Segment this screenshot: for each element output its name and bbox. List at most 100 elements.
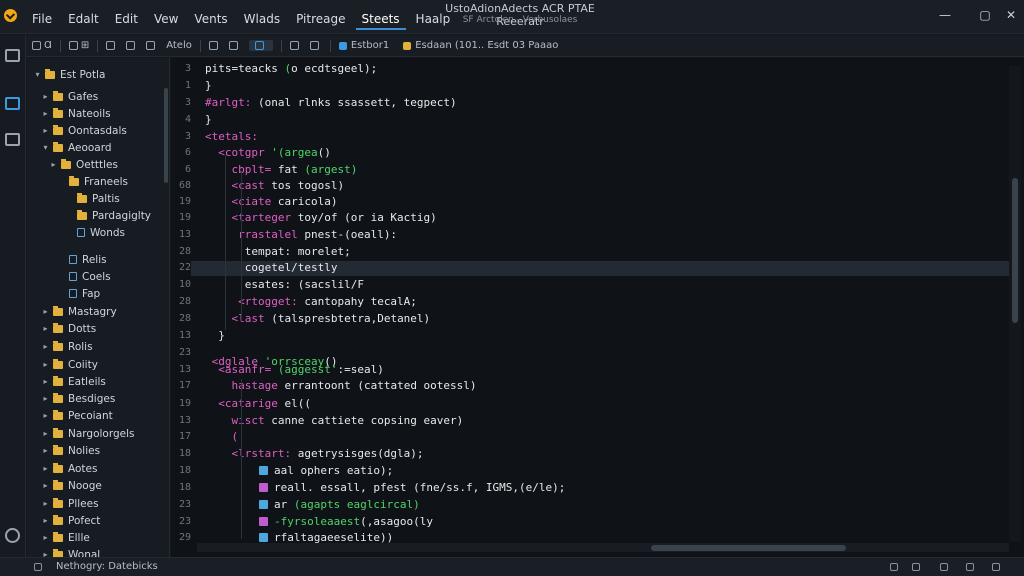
app-logo-icon[interactable] bbox=[4, 9, 17, 22]
code-text: } bbox=[205, 329, 225, 342]
code-line[interactable]: <asanfr= (aggesst':=seal) bbox=[205, 363, 384, 376]
code-line[interactable]: <cotgpr '(argea() bbox=[205, 146, 331, 159]
code-line[interactable]: wisct canne cattiete copsing eaver) bbox=[205, 414, 463, 427]
menu-item-0[interactable]: File bbox=[26, 10, 58, 30]
tab-editor-1[interactable]: Estbor1 bbox=[338, 40, 389, 51]
code-line[interactable]: <tetals: bbox=[205, 130, 258, 143]
explorer-icon[interactable] bbox=[5, 97, 20, 110]
menu-item-2[interactable]: Edit bbox=[109, 10, 144, 30]
tree-item-14[interactable]: ▸ Rolis bbox=[41, 338, 93, 355]
toolbar-debug-button[interactable] bbox=[208, 41, 221, 50]
tree-item-26[interactable]: ▸ Wonal bbox=[41, 546, 100, 557]
code-line[interactable]: cbplt= fat (argest) bbox=[205, 163, 357, 176]
branch-icon[interactable] bbox=[34, 563, 42, 571]
code-line[interactable]: aal ophers eatio); bbox=[259, 464, 393, 477]
code-line[interactable]: -fyrsoleaaest(,asagoo(ly bbox=[259, 515, 433, 528]
tree-item-5[interactable]: Franeels bbox=[57, 173, 128, 190]
settings-icon[interactable] bbox=[940, 563, 948, 571]
tree-item-8[interactable]: Wonds bbox=[65, 224, 125, 241]
tree-item-12[interactable]: ▸ Mastagry bbox=[41, 303, 117, 320]
menu-item-3[interactable]: Vew bbox=[148, 10, 184, 30]
code-line[interactable]: #arlgt: (onal rlnks ssassett, tegpect) bbox=[205, 96, 457, 109]
tree-item-4[interactable]: ▸ Oetttles bbox=[49, 156, 118, 173]
code-line[interactable]: } bbox=[205, 329, 225, 342]
tree-item-21[interactable]: ▸ Aotes bbox=[41, 460, 97, 477]
tree-item-17[interactable]: ▸ Besdiges bbox=[41, 390, 115, 407]
menu-item-5[interactable]: Wlads bbox=[238, 10, 286, 30]
tree-item-24[interactable]: ▸ Pofect bbox=[41, 512, 100, 529]
toolbar-copy-button[interactable] bbox=[126, 41, 138, 50]
code-line[interactable]: tempat: morelet; bbox=[205, 245, 351, 258]
toolbar-open-button[interactable] bbox=[309, 41, 322, 50]
maximize-icon[interactable]: ▢ bbox=[978, 8, 992, 22]
sidebar-scrollbar[interactable] bbox=[164, 88, 168, 183]
vertical-scrollbar-thumb[interactable] bbox=[1012, 178, 1018, 323]
code-line[interactable]: ar (agapts eaglcircal) bbox=[259, 498, 420, 511]
tree-root[interactable]: ▾ Est Potla bbox=[33, 66, 105, 83]
code-line[interactable]: <tarteger toy/of (or ia Kactig) bbox=[205, 211, 437, 224]
code-line[interactable]: } bbox=[205, 79, 212, 92]
menu-item-6[interactable]: Pitreage bbox=[290, 10, 351, 30]
extensions-icon[interactable] bbox=[5, 133, 20, 146]
line-number: 3 bbox=[184, 131, 191, 142]
sync-icon[interactable] bbox=[912, 563, 920, 571]
tab-editor-2[interactable]: Esdaan (101.. Esdt 03 Paaao bbox=[403, 40, 558, 51]
checkbox-icon[interactable] bbox=[259, 483, 268, 492]
tree-item-1[interactable]: ▸ Nateoils bbox=[41, 105, 111, 122]
tree-item-6[interactable]: Paltis bbox=[65, 190, 120, 207]
toolbar-tools-button[interactable] bbox=[228, 41, 241, 50]
code-line[interactable]: reall. essall, pfest (fne/ss.f, IGMS,(e/… bbox=[259, 481, 565, 494]
tree-item-2[interactable]: ▸ Oontasdals bbox=[41, 122, 127, 139]
tree-item-11[interactable]: Fap bbox=[57, 285, 100, 302]
menu-item-1[interactable]: Edalt bbox=[62, 10, 105, 30]
tree-item-3[interactable]: ▾ Aeooard bbox=[41, 139, 112, 156]
tree-item-22[interactable]: ▸ Nooge bbox=[41, 477, 102, 494]
code-line[interactable]: esates: (sacslil/F bbox=[205, 278, 364, 291]
toolbar-save-button[interactable]: Ɑ bbox=[32, 40, 52, 51]
horizontal-scrollbar-thumb[interactable] bbox=[651, 545, 846, 551]
toolbar-edit-button[interactable] bbox=[106, 41, 118, 50]
menu-item-7[interactable]: Steets bbox=[355, 10, 406, 30]
tree-item-7[interactable]: Pardagiglty bbox=[65, 207, 151, 224]
code-line[interactable]: pits=teacks (o ecdtsgeel); bbox=[205, 62, 377, 75]
tree-item-15[interactable]: ▸ Coiity bbox=[41, 356, 98, 373]
files-icon[interactable] bbox=[5, 49, 20, 62]
account-icon[interactable] bbox=[5, 528, 20, 543]
code-line[interactable]: <rtogget: cantopahy tecalA; bbox=[205, 295, 417, 308]
checkbox-icon[interactable] bbox=[259, 517, 268, 526]
tree-item-0[interactable]: ▸ Gafes bbox=[41, 88, 98, 105]
code-line[interactable]: <catarige el(( bbox=[205, 397, 311, 410]
notifications-icon[interactable] bbox=[890, 563, 898, 571]
code-line[interactable]: } bbox=[205, 113, 212, 126]
code-editor[interactable]: 3 1 3 4 3 6 6 68 19 19 13 28 22 10 28 28 13 23 13 17 19 13 17 1… bbox=[171, 58, 1024, 557]
code-line[interactable]: ( bbox=[205, 430, 238, 443]
tree-item-18[interactable]: ▸ Pecoiant bbox=[41, 407, 113, 424]
code-line[interactable]: <lrstart: agetrysisges(dgla); bbox=[205, 447, 423, 460]
code-line[interactable]: <last (talspresbtetra,Detanel) bbox=[205, 312, 430, 325]
tree-item-25[interactable]: ▸ Ellle bbox=[41, 529, 90, 546]
code-line[interactable]: rrastalel pnest-(oeall): bbox=[205, 228, 397, 241]
code-line[interactable]: hastage errantoont (cattated ootessl) bbox=[205, 379, 476, 392]
toolbar-run-button[interactable] bbox=[248, 40, 273, 51]
horizontal-scrollbar-track[interactable] bbox=[197, 543, 1009, 552]
tree-item-10[interactable]: Coels bbox=[57, 268, 111, 285]
code-text: toy/of (or ia Kactig) bbox=[297, 211, 437, 224]
feedback-icon[interactable] bbox=[966, 563, 974, 571]
bell-icon[interactable] bbox=[992, 563, 1000, 571]
tree-item-19[interactable]: ▸ Nargolorgels bbox=[41, 425, 135, 442]
tree-item-20[interactable]: ▸ Nolies bbox=[41, 442, 100, 459]
tree-item-23[interactable]: ▸ Pllees bbox=[41, 495, 99, 512]
toolbar-auto-button[interactable]: Atelo bbox=[166, 40, 192, 51]
checkbox-icon[interactable] bbox=[259, 500, 268, 509]
menu-item-4[interactable]: Vents bbox=[188, 10, 233, 30]
tree-item-9[interactable]: Relis bbox=[57, 251, 107, 268]
toolbar-grid-button[interactable]: ⊞ bbox=[68, 40, 89, 51]
close-icon[interactable]: ✕ bbox=[1004, 8, 1018, 22]
checkbox-icon[interactable] bbox=[259, 533, 268, 542]
toolbar-check-button[interactable] bbox=[146, 41, 158, 50]
minimize-icon[interactable]: — bbox=[938, 8, 952, 22]
toolbar-new-button[interactable] bbox=[289, 41, 302, 50]
tree-item-13[interactable]: ▸ Dotts bbox=[41, 320, 96, 337]
checkbox-icon[interactable] bbox=[259, 466, 268, 475]
tree-item-16[interactable]: ▸ Eatleils bbox=[41, 373, 106, 390]
